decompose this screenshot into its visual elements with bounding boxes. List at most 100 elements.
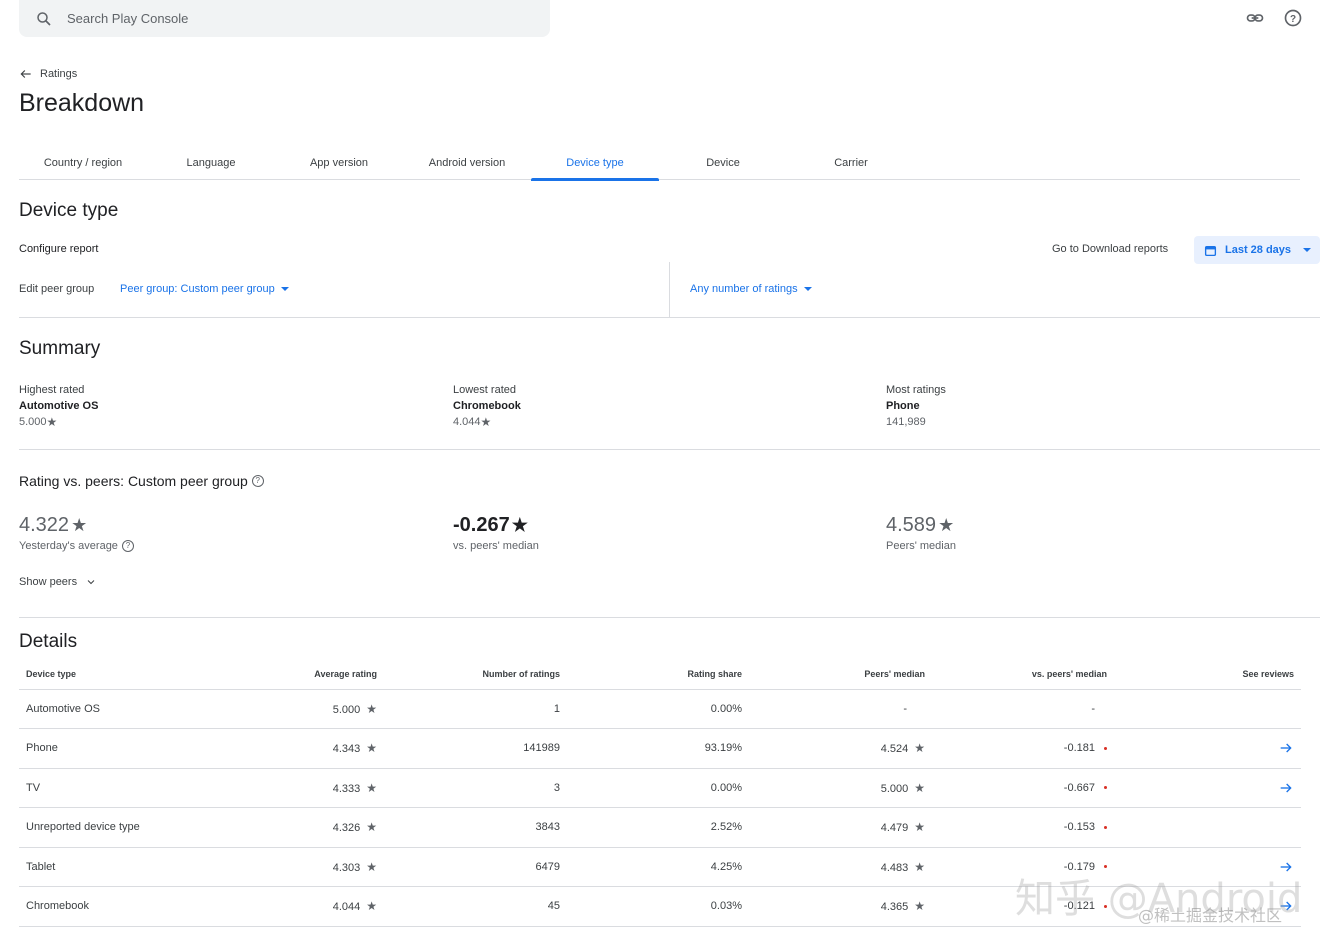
star-icon: ★ <box>366 899 377 914</box>
cell-average-value: 4.333 <box>332 782 361 795</box>
tab-device-type[interactable]: Device type <box>531 150 659 181</box>
cell-device-type: Unreported device type <box>19 807 219 848</box>
median-label: Peers' median <box>886 540 956 552</box>
dropdown-caret-icon <box>803 287 812 292</box>
summary-lowest-label: Lowest rated <box>453 384 516 396</box>
summary-lowest-value: 4.044 <box>453 416 481 428</box>
star-icon: ★ <box>914 780 925 795</box>
star-icon: ★ <box>46 415 58 429</box>
peer-group-select-label: Peer group: Custom peer group <box>120 283 275 295</box>
cell-vs-peers-value: - <box>1091 702 1095 715</box>
help-circle-icon[interactable]: ? <box>251 475 264 487</box>
ratings-filter-select[interactable]: Any number of ratings <box>690 283 812 295</box>
summary-most: Most ratings Phone 141,989 <box>886 382 946 430</box>
cell-peers-median-value: 4.524 <box>880 743 909 756</box>
cell-average-rating: 4.333 ★ <box>219 768 384 808</box>
peer-group-select[interactable]: Peer group: Custom peer group <box>120 283 289 295</box>
cell-vs-peers-median: -0.667 <box>932 768 1114 808</box>
divider <box>19 617 1320 618</box>
column-header[interactable]: Rating share <box>567 660 749 690</box>
date-range-label: Last 28 days <box>1225 244 1292 256</box>
help-icon[interactable]: ? <box>1283 8 1303 28</box>
star-icon: ★ <box>914 820 925 835</box>
cell-average-rating: 4.044 ★ <box>219 886 384 927</box>
configure-report-label: Configure report <box>19 243 99 255</box>
cell-peers-median-value: 4.365 <box>880 901 909 914</box>
section-title: Device type <box>19 200 119 221</box>
show-peers-toggle[interactable]: Show peers <box>19 576 97 588</box>
cell-rating-share: 0.00% <box>567 768 749 808</box>
cell-see-reviews <box>1114 807 1301 848</box>
star-icon: ★ <box>938 515 955 535</box>
arrow-forward-icon[interactable] <box>1278 740 1294 756</box>
column-header[interactable]: vs. peers' median <box>932 660 1114 690</box>
average-value: 4.322 <box>19 514 70 536</box>
peers-title-row: Rating vs. peers: Custom peer group? <box>19 473 264 489</box>
cell-average-value: 4.044 <box>332 901 361 914</box>
star-icon: ★ <box>366 780 377 795</box>
download-reports-link[interactable]: Go to Download reports <box>1052 243 1168 255</box>
cell-rating-share: 4.25% <box>567 847 749 887</box>
table-row: Phone 4.343 ★ 141989 93.19% 4.524 ★ -0.181 <box>19 728 1301 769</box>
cell-see-reviews <box>1114 689 1301 729</box>
cell-vs-peers-median: - <box>932 689 1114 729</box>
cell-peers-median-value: 4.479 <box>880 822 909 835</box>
summary-highest-name: Automotive OS <box>19 400 99 412</box>
breadcrumb[interactable]: Ratings <box>19 67 77 81</box>
tab-device[interactable]: Device <box>659 150 787 180</box>
search-bar[interactable]: Search Play Console <box>19 0 550 37</box>
arrow-back-icon[interactable] <box>19 67 33 81</box>
date-range-button[interactable]: Last 28 days <box>1194 236 1320 264</box>
cell-number-of-ratings: 6479 <box>384 847 567 887</box>
summary-most-label: Most ratings <box>886 384 946 396</box>
column-header[interactable]: Average rating <box>219 660 384 690</box>
cell-device-type: Automotive OS <box>19 689 219 729</box>
cell-peers-median: 4.365 ★ <box>749 886 932 927</box>
cell-device-type: Phone <box>19 728 219 769</box>
diff-value: -0.267 <box>453 514 510 536</box>
negative-indicator-dot <box>1104 786 1107 790</box>
breadcrumb-label[interactable]: Ratings <box>40 68 77 80</box>
summary-highest: Highest rated Automotive OS 5.000 ★ <box>19 382 98 430</box>
cell-average-value: 4.326 <box>332 822 361 835</box>
column-header[interactable]: Number of ratings <box>384 660 567 690</box>
summary-most-value: 141,989 <box>886 416 926 428</box>
chevron-down-icon <box>87 580 95 585</box>
star-icon: ★ <box>914 899 925 914</box>
table-row: Automotive OS 5.000 ★ 1 0.00% - - <box>19 689 1301 729</box>
star-icon: ★ <box>511 515 528 535</box>
cell-rating-share: 2.52% <box>567 807 749 848</box>
column-header[interactable]: Device type <box>19 660 219 690</box>
cell-peers-median-value: 4.483 <box>880 861 909 874</box>
tab-language[interactable]: Language <box>147 150 275 180</box>
cell-see-reviews[interactable] <box>1114 728 1301 769</box>
help-circle-icon[interactable]: ? <box>121 540 134 552</box>
cell-vs-peers-value: -0.153 <box>1063 821 1095 834</box>
arrow-forward-icon[interactable] <box>1278 780 1294 796</box>
column-header[interactable]: Peers' median <box>749 660 932 690</box>
median-value: 4.589 <box>886 514 937 536</box>
star-icon: ★ <box>71 515 88 535</box>
cell-see-reviews[interactable] <box>1114 768 1301 808</box>
star-icon: ★ <box>914 741 925 756</box>
tab-bar: Country / region Language App version An… <box>19 150 1300 181</box>
dropdown-caret-icon <box>280 287 289 292</box>
star-icon: ★ <box>366 741 377 756</box>
tab-country-region[interactable]: Country / region <box>19 150 147 180</box>
summary-most-name: Phone <box>886 400 920 412</box>
cell-vs-peers-median: -0.153 <box>932 807 1114 848</box>
star-icon: ★ <box>480 415 492 429</box>
cell-peers-median-value: 5.000 <box>880 782 909 795</box>
link-icon[interactable] <box>1245 8 1265 28</box>
tab-android-version[interactable]: Android version <box>403 150 531 180</box>
tab-app-version[interactable]: App version <box>275 150 403 180</box>
cell-average-value: 4.343 <box>332 743 361 756</box>
summary-highest-value: 5.000 <box>19 416 47 428</box>
tab-carrier[interactable]: Carrier <box>787 150 915 180</box>
summary-title: Summary <box>19 338 101 359</box>
search-input[interactable]: Search Play Console <box>67 11 188 26</box>
cell-peers-median: 4.524 ★ <box>749 728 932 769</box>
star-icon: ★ <box>366 701 377 716</box>
summary-lowest-name: Chromebook <box>453 400 521 412</box>
ratings-filter-label: Any number of ratings <box>690 283 798 295</box>
